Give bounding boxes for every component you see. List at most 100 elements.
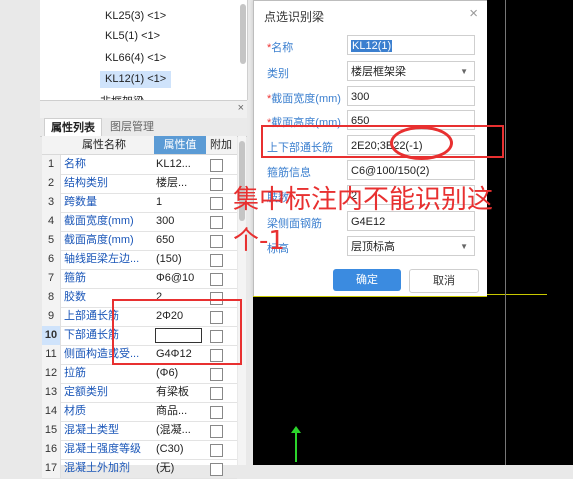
property-name: 箍筋 [64,272,86,284]
ok-button[interactable]: 确定 [333,269,401,291]
annotation-line-1: 集中标注内不能识别这 [233,185,494,215]
tree-item-kl66[interactable]: KL66(4) <1> [100,50,171,67]
field-input[interactable]: C6@100/150(2) [347,160,475,180]
tab-layer-management[interactable]: 图层管理 [104,118,160,136]
row-number: 15 [42,421,61,440]
extra-checkbox[interactable] [210,254,223,267]
property-value[interactable]: 商品... [156,402,204,421]
field-label: *名称 [267,39,293,55]
property-value[interactable]: (混凝... [156,421,204,440]
column-value-header: 属性值 [154,136,206,154]
chevron-down-icon[interactable]: ▼ [460,237,468,255]
extra-checkbox[interactable] [210,406,223,419]
table-row[interactable]: 2 结构类别 楼层... [42,174,237,194]
extra-checkbox[interactable] [210,273,223,286]
canvas-line [253,296,487,297]
row-number: 13 [42,383,61,402]
property-value[interactable]: (无) [156,459,204,478]
tab-property-list[interactable]: 属性列表 [44,118,102,137]
property-name: 材质 [64,405,86,417]
extra-checkbox[interactable] [210,387,223,400]
table-row[interactable]: 7 箍筋 Φ6@10 [42,269,237,289]
property-value[interactable]: 300 [156,212,204,231]
extra-checkbox[interactable] [210,159,223,172]
property-value[interactable]: 650 [156,231,204,250]
property-value[interactable]: (C30) [156,440,204,459]
extra-checkbox[interactable] [210,216,223,229]
property-name: 名称 [64,158,86,170]
row-number: 6 [42,250,61,269]
table-row[interactable]: 1 名称 KL12... [42,155,237,175]
row-number: 11 [42,345,61,364]
tree-item-kl12[interactable]: KL12(1) <1> [100,71,172,88]
field-label-text: 类别 [267,68,289,80]
field-value: C6@100/150(2) [351,165,430,177]
highlight-box-left [112,299,242,365]
extra-checkbox[interactable] [210,425,223,438]
cancel-button[interactable]: 取消 [409,269,479,293]
extra-checkbox[interactable] [210,235,223,248]
y-axis-arrow-icon [291,426,301,433]
highlight-box-dialog [261,125,504,158]
property-value[interactable]: (150) [156,250,204,269]
property-name: 跨数量 [64,196,97,208]
row-number: 1 [42,155,61,174]
extra-checkbox[interactable] [210,178,223,191]
row-number: 5 [42,231,61,250]
property-value[interactable]: 有梁板 [156,383,204,402]
extra-checkbox[interactable] [210,444,223,457]
close-icon[interactable]: × [469,5,478,22]
table-row[interactable]: 4 截面宽度(mm) 300 [42,212,237,232]
property-value[interactable]: 1 [156,193,204,212]
row-number: 17 [42,459,61,478]
field-label-text: 名称 [271,42,294,54]
extra-checkbox[interactable] [210,197,223,210]
field-label: 箍筋信息 [267,164,311,180]
table-row[interactable]: 12 拉筋 (Φ6) [42,364,237,384]
row-number: 14 [42,402,61,421]
tree-scrollbar[interactable] [240,4,246,64]
property-name: 拉筋 [64,367,86,379]
table-row[interactable]: 16 混凝土强度等级 (C30) [42,440,237,460]
dialog-title: 点选识别梁 [264,10,325,24]
row-number: 7 [42,269,61,288]
property-value[interactable]: Φ6@10 [156,269,204,288]
row-number: 12 [42,364,61,383]
row-number: 3 [42,193,61,212]
table-row[interactable]: 13 定额类别 有梁板 [42,383,237,403]
drawing-canvas-lower[interactable] [253,296,487,465]
property-value[interactable]: KL12... [156,155,204,174]
table-row[interactable]: 3 跨数量 1 [42,193,237,213]
row-number: 4 [42,212,61,231]
table-row[interactable]: 6 轴线距梁左边... (150) [42,250,237,270]
table-row[interactable]: 14 材质 商品... [42,402,237,422]
property-name: 截面高度(mm) [64,234,134,246]
field-select[interactable]: 楼层框架梁 ▼ [347,61,475,81]
table-row[interactable]: 17 混凝土外加剂 (无) [42,459,237,479]
tree-item-kl25[interactable]: KL25(3) <1> [100,8,171,25]
field-label-text: 箍筋信息 [267,167,311,179]
tree-item-kl5[interactable]: KL5(1) <1> [100,28,165,45]
drawing-canvas[interactable] [487,0,573,465]
y-axis-icon [295,430,297,462]
property-value[interactable]: 楼层... [156,174,204,193]
property-value[interactable]: (Φ6) [156,364,204,383]
table-row[interactable]: 5 截面高度(mm) 650 [42,231,237,251]
field-value: 300 [351,91,370,103]
component-tree: KL25(3) <1> KL5(1) <1> KL66(4) <1> KL12(… [40,0,248,100]
chevron-down-icon[interactable]: ▼ [460,62,468,80]
close-icon[interactable]: × [238,102,244,114]
row-number: 8 [42,288,61,307]
field-input[interactable]: KL12(1) [347,35,475,55]
field-select[interactable]: 层顶标高 ▼ [347,236,475,256]
field-label: 类别 [267,65,289,81]
property-name: 混凝土外加剂 [64,462,130,474]
property-name: 混凝土强度等级 [64,443,141,455]
field-value: KL12(1) [351,40,393,52]
annotation-line-2: 个-1 [233,226,285,256]
canvas-gridline [505,0,506,465]
canvas-line [487,294,547,295]
extra-checkbox[interactable] [210,368,223,381]
field-input[interactable]: 300 [347,86,475,106]
table-row[interactable]: 15 混凝土类型 (混凝... [42,421,237,441]
